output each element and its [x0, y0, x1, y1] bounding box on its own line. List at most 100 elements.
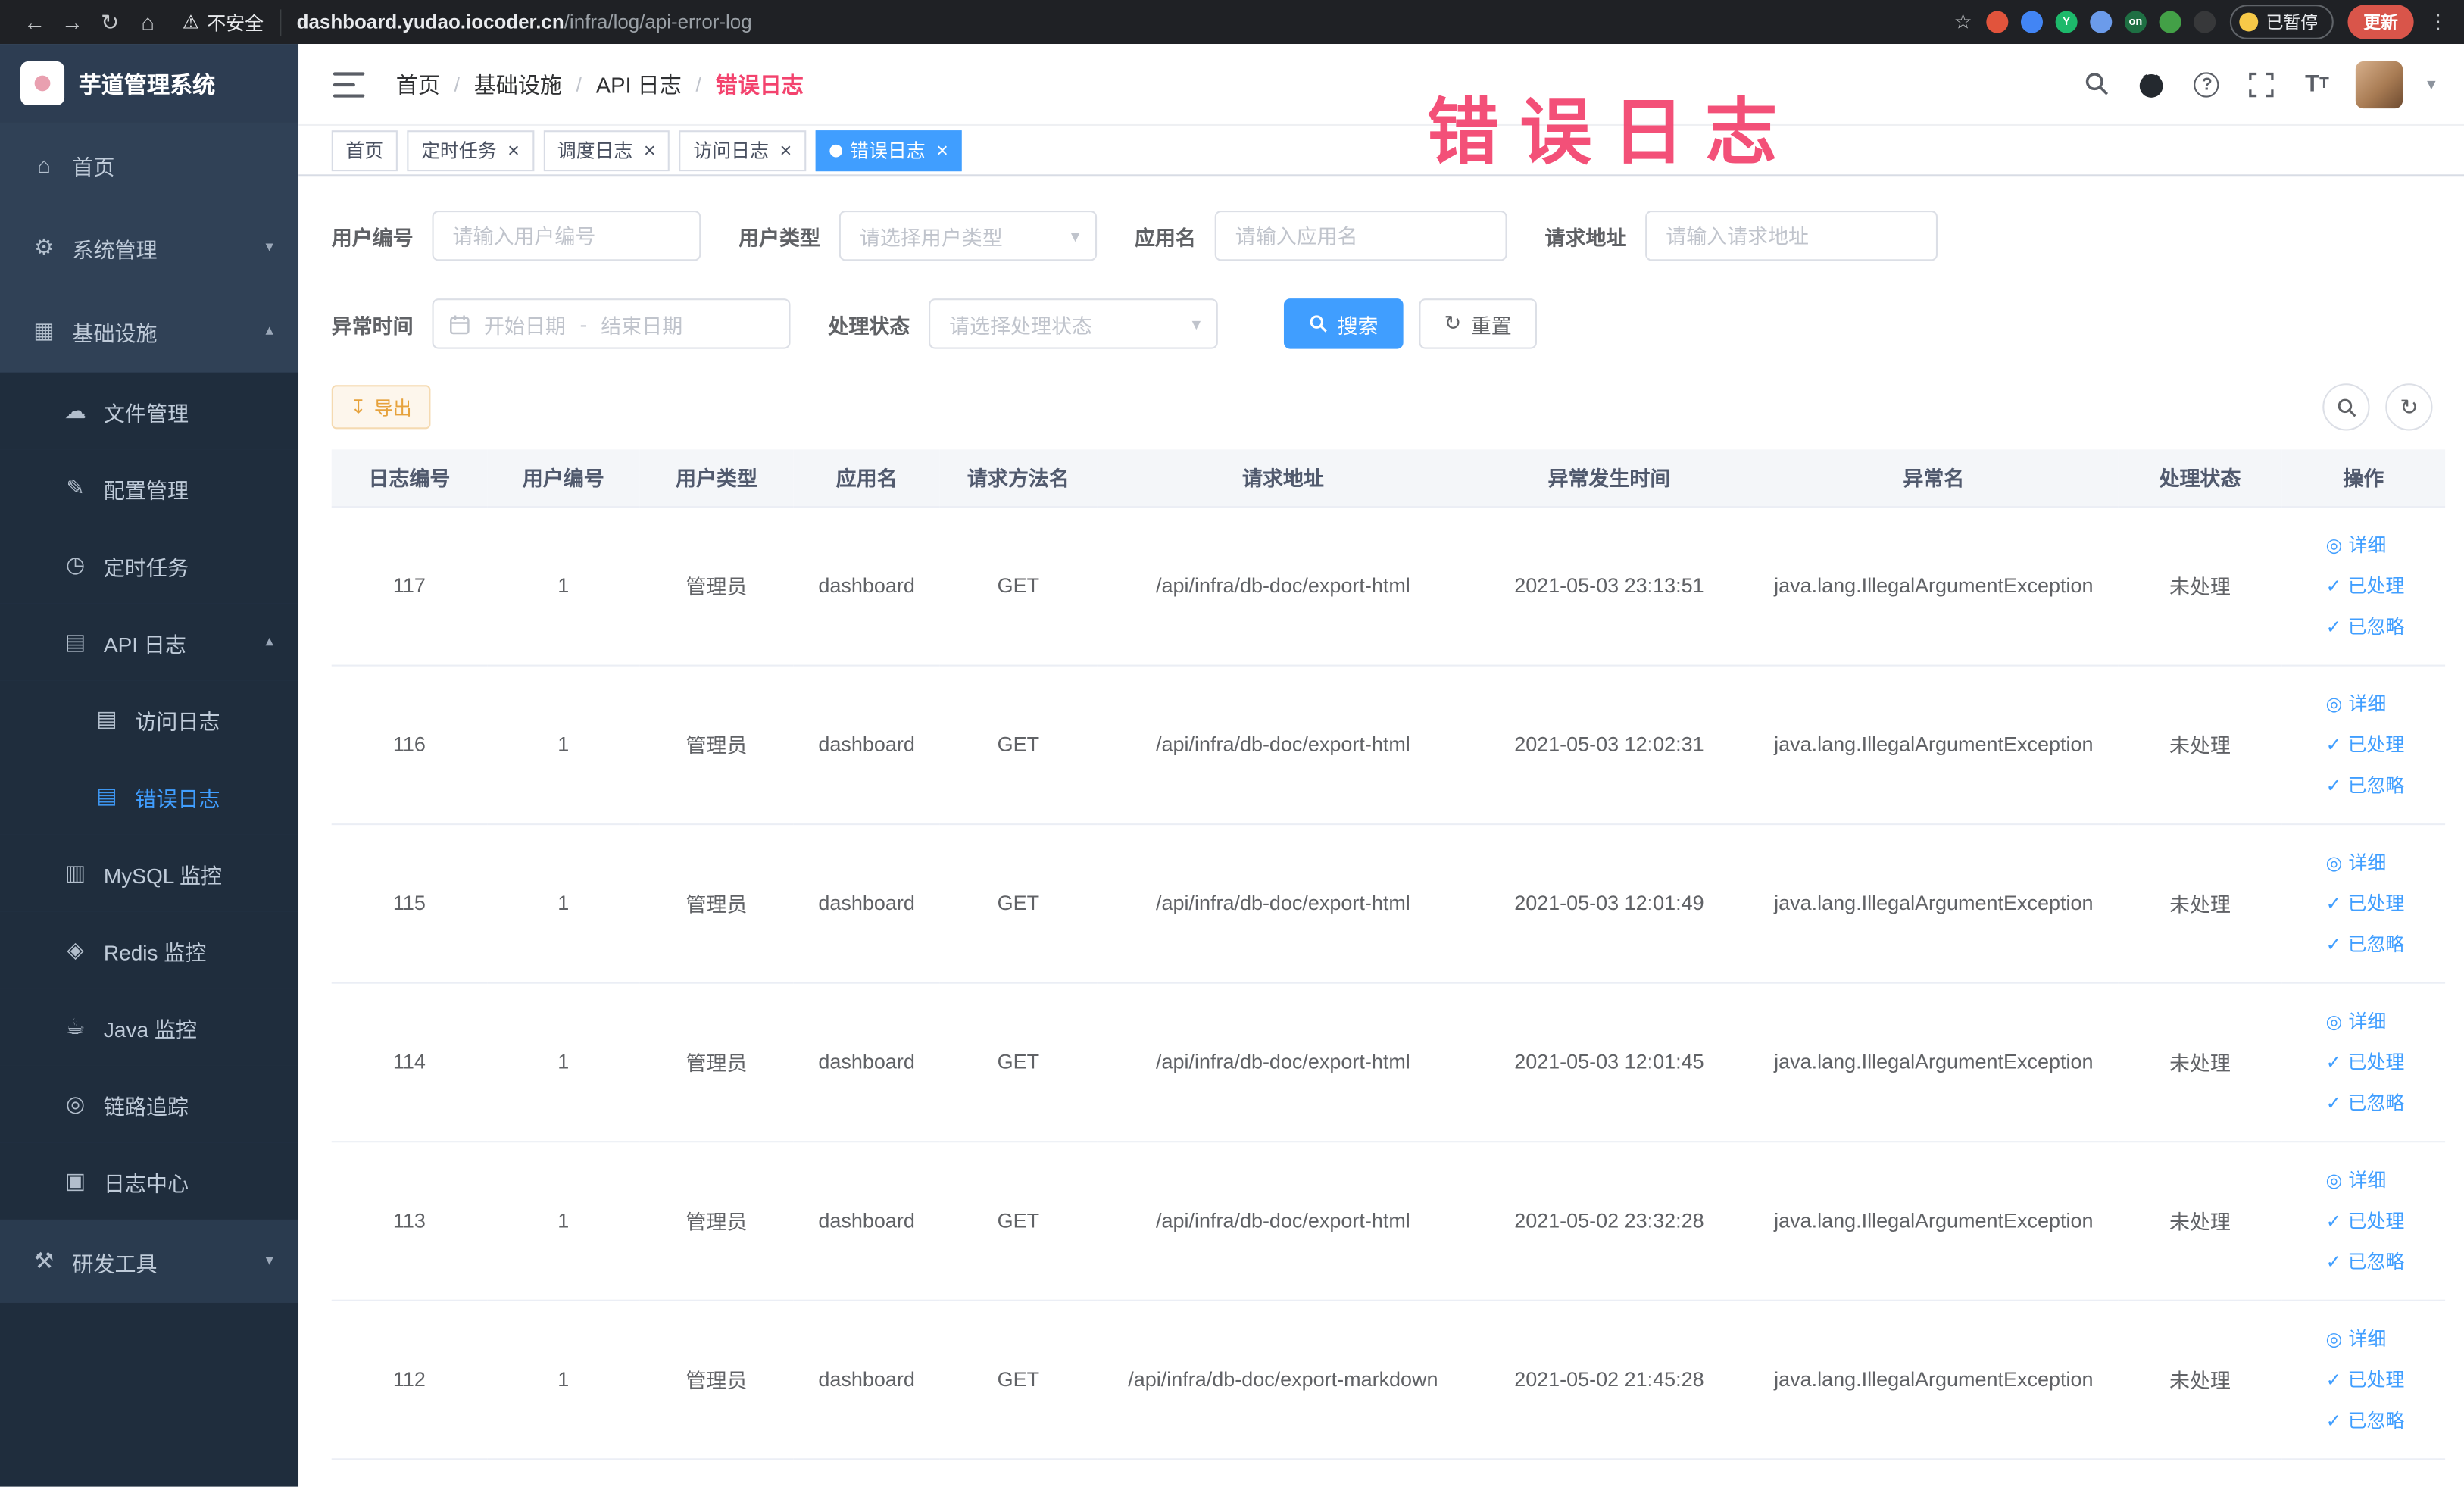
processed-link[interactable]: ✓ 已处理 — [2325, 883, 2437, 923]
close-icon[interactable]: × — [507, 140, 520, 161]
cell-time: 2021-05-03 12:01:49 — [1469, 823, 1750, 983]
update-button[interactable]: 更新 — [2347, 5, 2414, 39]
extension-y-icon[interactable]: Y — [2055, 11, 2078, 33]
tab-label: 首页 — [345, 139, 384, 162]
extension-target-icon[interactable] — [1986, 11, 2009, 33]
exception-time-range-picker[interactable]: 开始日期 - 结束日期 — [432, 298, 791, 349]
view-tab[interactable]: 访问日志 × — [679, 130, 806, 171]
processed-link[interactable]: ✓ 已处理 — [2325, 723, 2437, 764]
close-icon[interactable]: × — [644, 140, 656, 161]
avatar[interactable] — [2356, 60, 2404, 108]
sidebar-item[interactable]: ◷ 定时任务 — [0, 526, 299, 604]
check-icon: ✓ — [2325, 615, 2342, 638]
ignored-link[interactable]: ✓ 已忽略 — [2325, 606, 2437, 647]
detail-link[interactable]: ◎ 详细 — [2325, 683, 2437, 723]
sidebar-item[interactable]: ◈ Redis 监控 — [0, 911, 299, 989]
address-bar[interactable]: dashboard.yudao.iocoder.cn/infra/log/api… — [297, 11, 752, 33]
view-tab[interactable]: 首页 — [331, 130, 398, 171]
chevron-down-icon[interactable]: ▾ — [2427, 74, 2435, 95]
view-tab[interactable]: 错误日志 × — [815, 130, 963, 171]
file-cloud-icon: ☁ — [64, 397, 87, 423]
refresh-table-icon[interactable]: ↻ — [2385, 383, 2433, 431]
browser-menu-icon[interactable]: ⋮ — [2428, 9, 2448, 34]
ignored-link[interactable]: ✓ 已忽略 — [2325, 1399, 2437, 1440]
extension-on-icon[interactable]: on — [2124, 11, 2147, 33]
cell-user_id: 1 — [487, 1299, 640, 1460]
detail-link[interactable]: ◎ 详细 — [2325, 1000, 2437, 1041]
search-icon[interactable] — [2081, 68, 2113, 99]
check-icon: ✓ — [2325, 1367, 2342, 1391]
sidebar-item[interactable]: ☕ Java 监控 — [0, 988, 299, 1066]
process-status-select[interactable]: 请选择处理状态 ▾ — [929, 298, 1218, 349]
sidebar-item[interactable]: ⚙ 系统管理 ▾ — [0, 206, 298, 289]
search-button[interactable]: 搜索 — [1284, 298, 1404, 349]
sidebar-item[interactable]: ◎ 链路追踪 — [0, 1065, 299, 1143]
processed-link[interactable]: ✓ 已处理 — [2325, 1041, 2437, 1082]
extension-paw-icon[interactable] — [2194, 11, 2216, 33]
eye-icon: ◎ — [2325, 1168, 2343, 1191]
detail-link[interactable]: ◎ 详细 — [2325, 842, 2437, 883]
sidebar-item[interactable]: ▤ 错误日志 — [0, 757, 299, 835]
column-header: 用户编号 — [487, 449, 640, 508]
ignored-link[interactable]: ✓ 已忽略 — [2325, 1241, 2437, 1282]
github-icon[interactable] — [2136, 68, 2167, 99]
export-button[interactable]: ↧ 导出 — [331, 385, 431, 430]
bookmark-star-icon[interactable]: ☆ — [1953, 9, 1972, 34]
font-size-icon[interactable]: TT — [2301, 68, 2332, 99]
close-icon[interactable]: × — [936, 140, 948, 161]
sidebar-menu: ⌂ 首页 ⚙ 系统管理 ▾ ▦ 基础设施 ▴ ☁ 文件管理 ✎ 配置管理 ◷ 定时任务 ▤ API 日志 ▴ ▤ 访… — [0, 123, 299, 1303]
sidebar-item[interactable]: ✎ 配置管理 — [0, 449, 299, 526]
breadcrumb-item[interactable]: 基础设施 — [474, 68, 562, 99]
extension-drop-icon[interactable] — [2020, 11, 2044, 33]
reset-button[interactable]: ↻ 重置 — [1419, 298, 1537, 349]
cell-status: 未处理 — [2118, 1141, 2282, 1301]
cell-id: 116 — [331, 664, 488, 825]
extension-grid-icon[interactable] — [2090, 11, 2113, 33]
user-type-select[interactable]: 请选择用户类型 ▾ — [839, 210, 1098, 261]
sidebar-item[interactable]: ▤ API 日志 ▴ — [0, 603, 299, 681]
request-url-input[interactable] — [1645, 210, 1938, 261]
breadcrumb-separator: / — [454, 72, 461, 96]
ignored-link[interactable]: ✓ 已忽略 — [2325, 764, 2437, 805]
extension-leaf-icon[interactable] — [2159, 11, 2181, 33]
refresh-icon: ↻ — [1444, 311, 1462, 335]
view-tab[interactable]: 调度日志 × — [543, 130, 670, 171]
sidebar-item[interactable]: ▣ 日志中心 — [0, 1142, 299, 1220]
view-tab[interactable]: 定时任务 × — [407, 130, 534, 171]
processed-link[interactable]: ✓ 已处理 — [2325, 1200, 2437, 1241]
forward-icon[interactable]: → — [54, 9, 92, 34]
breadcrumb-item[interactable]: 首页 — [396, 68, 440, 99]
cell-user_id: 1 — [487, 506, 640, 666]
sidebar-item[interactable]: ⚒ 研发工具 ▾ — [0, 1219, 299, 1303]
detail-link[interactable]: ◎ 详细 — [2325, 1159, 2437, 1200]
sidebar-item[interactable]: ▥ MySQL 监控 — [0, 834, 299, 912]
processed-link[interactable]: ✓ 已处理 — [2325, 565, 2437, 606]
close-icon[interactable]: × — [780, 140, 792, 161]
sidebar-filler — [0, 1302, 299, 1487]
help-icon[interactable]: ? — [2191, 68, 2222, 99]
detail-link[interactable]: ◎ 详细 — [2325, 524, 2437, 565]
browser-home-icon[interactable]: ⌂ — [129, 9, 167, 34]
detail-link[interactable]: ◎ 详细 — [2325, 1318, 2437, 1359]
toggle-search-icon[interactable] — [2322, 383, 2370, 431]
sidebar-item[interactable]: ▤ 访问日志 — [0, 680, 299, 758]
fullscreen-icon[interactable] — [2247, 68, 2278, 99]
ignored-link[interactable]: ✓ 已忽略 — [2325, 923, 2437, 964]
breadcrumb-item[interactable]: API 日志 — [596, 68, 682, 99]
paused-badge[interactable]: 已暂停 — [2229, 5, 2334, 39]
security-chip[interactable]: ⚠ 不安全 — [183, 8, 281, 36]
error-log-icon: ▤ — [96, 783, 117, 808]
processed-link[interactable]: ✓ 已处理 — [2325, 1359, 2437, 1400]
sidebar-item[interactable]: ☁ 文件管理 — [0, 372, 299, 450]
sidebar-item[interactable]: ⌂ 首页 — [0, 123, 298, 206]
cell-user_type: 管理员 — [639, 506, 794, 666]
hamburger-icon[interactable] — [333, 71, 365, 97]
sidebar-item[interactable]: ▦ 基础设施 ▴ — [0, 289, 298, 373]
app-logo[interactable]: 芋道管理系统 — [0, 44, 299, 123]
ignored-link[interactable]: ✓ 已忽略 — [2325, 1082, 2437, 1123]
back-icon[interactable]: ← — [16, 9, 54, 34]
gear-icon: ⚙ — [34, 234, 55, 260]
reload-icon[interactable]: ↻ — [91, 8, 129, 35]
app-name-input[interactable] — [1214, 210, 1507, 261]
user-id-input[interactable] — [432, 210, 701, 261]
